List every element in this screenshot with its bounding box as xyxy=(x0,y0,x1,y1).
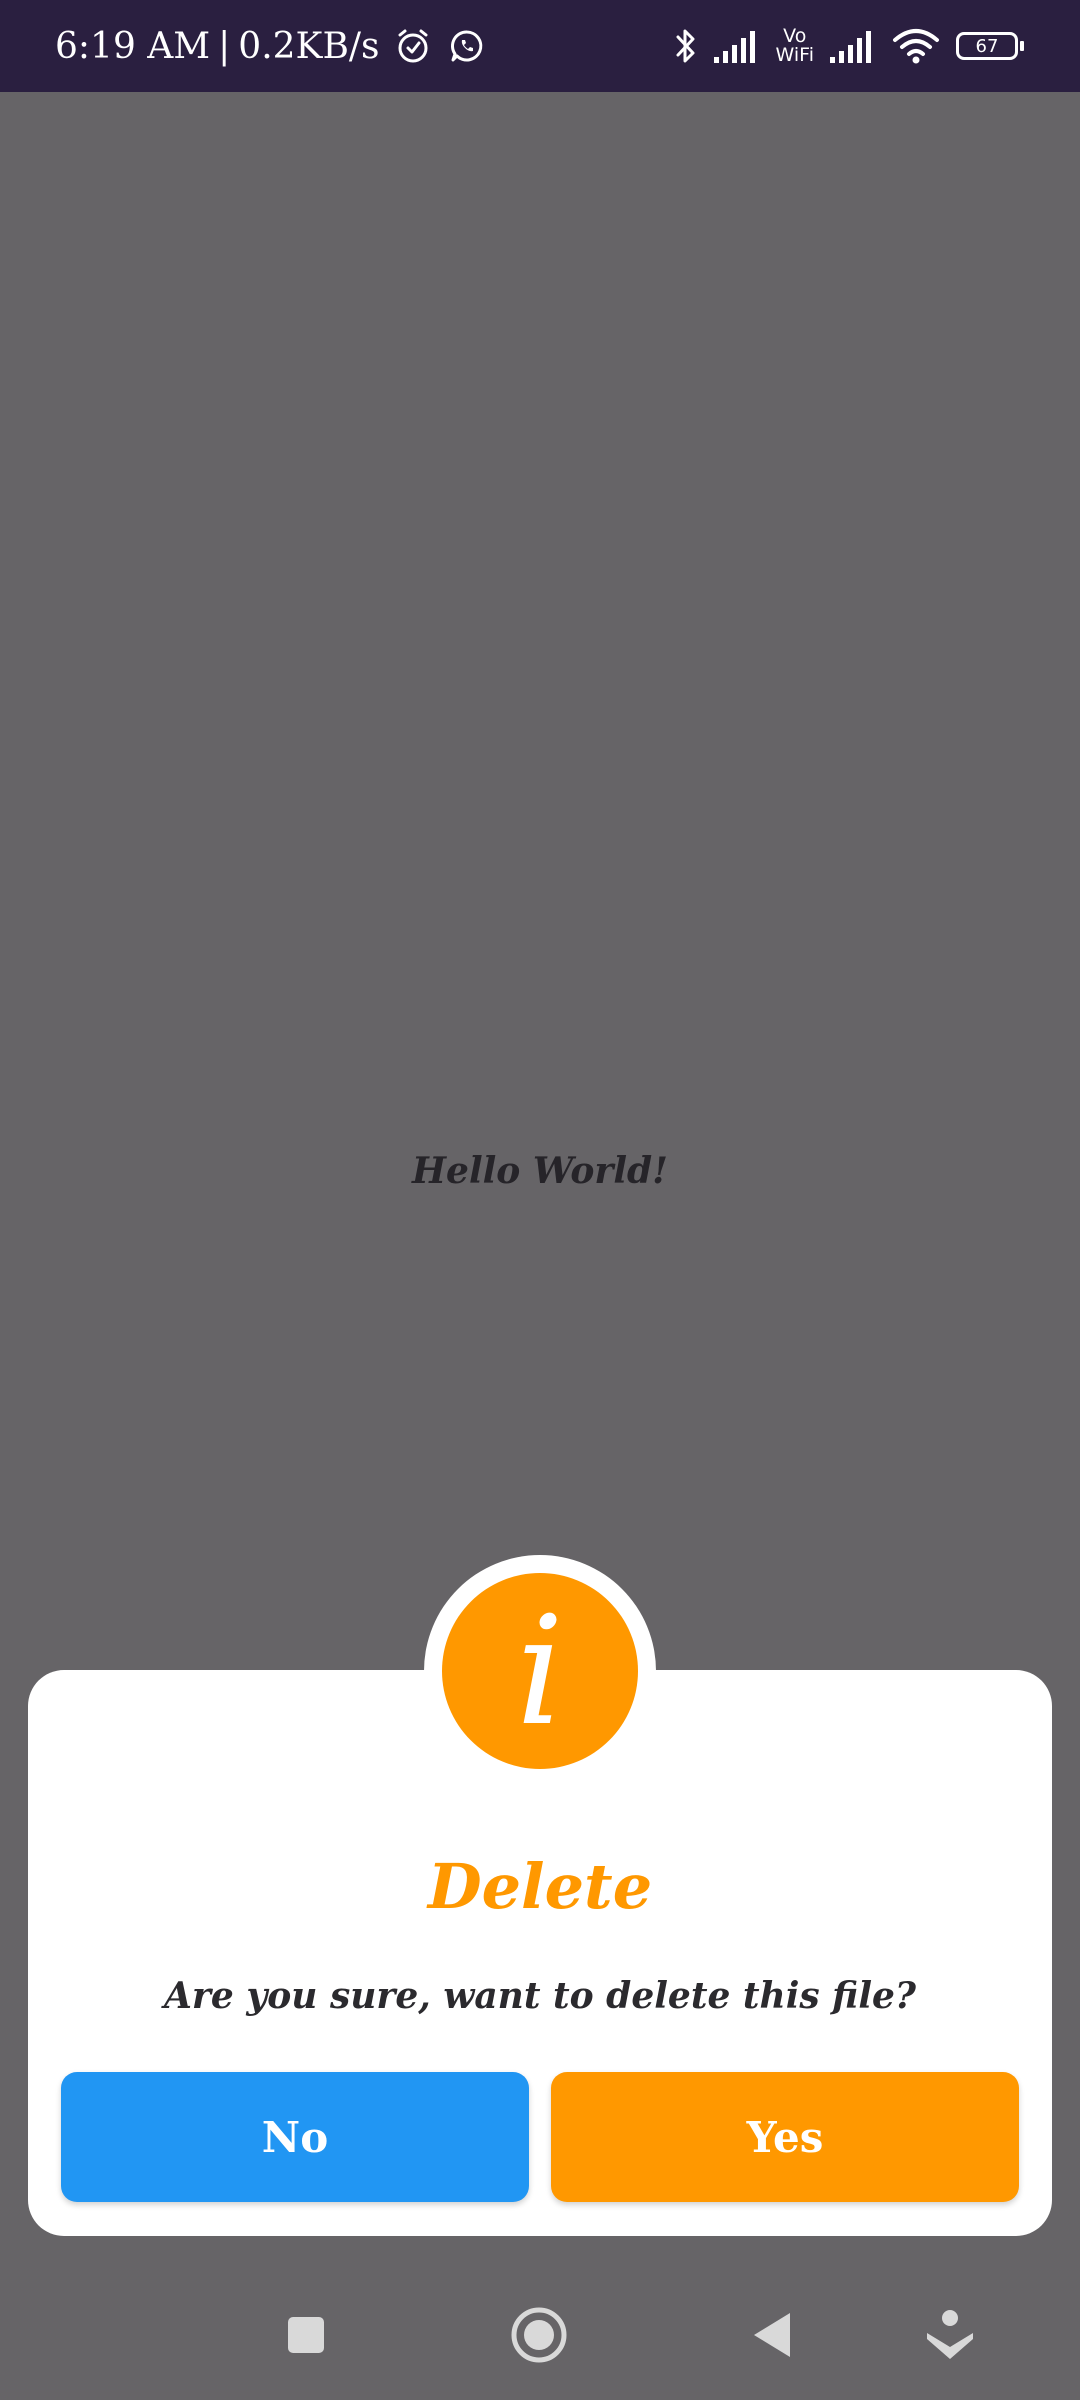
status-right: Vo WiFi 67 xyxy=(674,0,1024,92)
battery-level: 67 xyxy=(975,35,999,57)
wifi-icon xyxy=(892,28,940,64)
dialog-title: Delete xyxy=(427,1850,653,1923)
status-network-speed: 0.2KB/s xyxy=(238,25,380,67)
status-left: 6:19 AM | 0.2KB/s xyxy=(55,0,488,92)
hello-text: Hello World! xyxy=(412,1150,668,1192)
alarm-icon xyxy=(392,25,434,67)
whatsapp-icon xyxy=(446,25,488,67)
assistant-icon[interactable] xyxy=(915,2300,985,2370)
status-bar: 6:19 AM | 0.2KB/s Vo WiFi 67 xyxy=(0,0,1080,92)
vowifi-icon: Vo WiFi xyxy=(775,25,814,66)
home-icon[interactable] xyxy=(504,2300,574,2370)
status-time: 6:19 AM xyxy=(55,25,211,67)
dialog-message: Are you sure, want to delete this file? xyxy=(163,1975,917,2017)
navigation-bar xyxy=(0,2270,1080,2400)
no-button[interactable]: No xyxy=(61,2072,529,2202)
signal-icon xyxy=(830,29,876,63)
info-icon: i xyxy=(442,1573,638,1769)
status-separator: | xyxy=(218,25,231,67)
signal-icon xyxy=(713,29,760,63)
recents-icon[interactable] xyxy=(271,2300,341,2370)
yes-button[interactable]: Yes xyxy=(551,2072,1019,2202)
bluetooth-icon xyxy=(674,26,698,66)
back-icon[interactable] xyxy=(737,2300,807,2370)
battery-icon: 67 xyxy=(956,32,1024,60)
info-glyph: i xyxy=(516,1585,564,1759)
